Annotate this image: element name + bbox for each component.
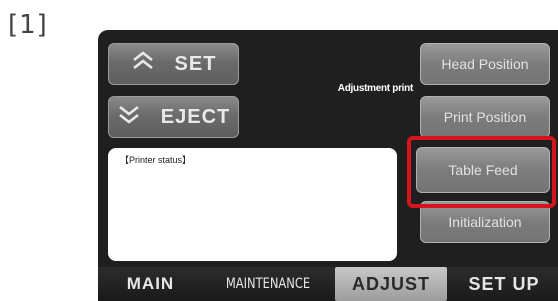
printer-status-box: 【Printer status】: [108, 148, 397, 261]
chevron-double-up-icon: [131, 50, 155, 78]
head-position-label: Head Position: [441, 56, 529, 72]
head-position-button[interactable]: Head Position: [420, 43, 550, 85]
table-feed-highlight-box: [407, 136, 556, 208]
printer-status-title: 【Printer status】: [120, 155, 192, 165]
print-position-label: Print Position: [443, 109, 527, 125]
adjustment-print-label: Adjustment print: [337, 83, 414, 94]
print-position-button[interactable]: Print Position: [420, 96, 550, 138]
tab-maintenance[interactable]: MAINTENANCE: [215, 267, 322, 301]
tab-setup[interactable]: SET UP: [450, 267, 558, 301]
tab-adjust[interactable]: ADJUST: [335, 267, 447, 301]
tab-main[interactable]: MAIN: [98, 267, 203, 301]
step-label: [1]: [8, 10, 48, 40]
set-button[interactable]: SET: [108, 43, 239, 85]
eject-button-label: EJECT: [160, 105, 231, 128]
initialization-label: Initialization: [448, 214, 522, 230]
eject-button[interactable]: EJECT: [108, 96, 239, 138]
set-button-label: SET: [174, 52, 217, 75]
tab-bar: MAIN MAINTENANCE ADJUST SET UP: [98, 267, 558, 301]
chevron-double-down-icon: [117, 103, 141, 131]
